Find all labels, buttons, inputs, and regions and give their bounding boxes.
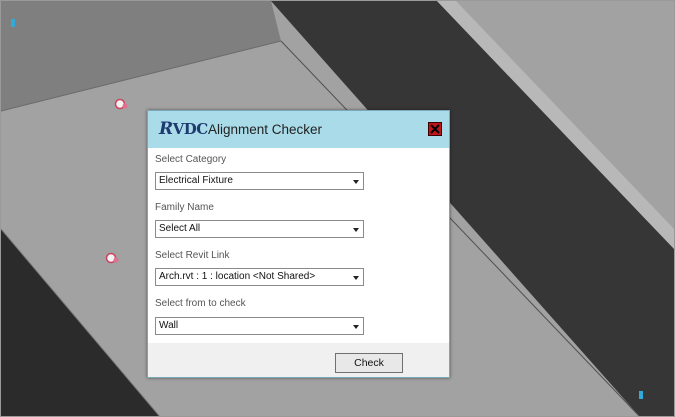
select-category-label: Select Category	[155, 154, 227, 165]
grid-marker-icon	[638, 387, 644, 405]
category-value: Electrical Fixture	[159, 175, 233, 186]
chevron-down-icon	[353, 325, 359, 329]
check-from-label: Select from to check	[155, 298, 246, 309]
alignment-checker-dialog: RVDC Alignment Checker Select Category E…	[147, 110, 450, 378]
revit-link-select[interactable]: Arch.rvt : 1 : location <Not Shared>	[155, 268, 364, 286]
dialog-title: Alignment Checker	[208, 122, 323, 137]
chevron-down-icon	[353, 276, 359, 280]
check-from-select[interactable]: Wall	[155, 317, 364, 335]
vdc-logo: RVDC	[159, 119, 208, 139]
family-name-value: Select All	[159, 223, 201, 234]
family-name-select[interactable]: Select All	[155, 220, 364, 238]
check-button[interactable]: Check	[335, 353, 403, 373]
revit-link-label: Select Revit Link	[155, 250, 230, 261]
chevron-down-icon	[353, 228, 359, 232]
family-name-label: Family Name	[155, 202, 214, 213]
close-icon[interactable]	[428, 122, 442, 136]
element-marker-icon[interactable]	[105, 251, 121, 269]
check-from-value: Wall	[159, 320, 179, 331]
chevron-down-icon	[353, 180, 359, 184]
dialog-footer	[148, 343, 449, 377]
revit-link-value: Arch.rvt : 1 : location <Not Shared>	[159, 271, 316, 282]
element-marker-icon[interactable]	[114, 97, 130, 115]
category-select[interactable]: Electrical Fixture	[155, 172, 364, 190]
dialog-titlebar[interactable]: RVDC Alignment Checker	[148, 111, 449, 148]
revit-3d-viewport[interactable]: RVDC Alignment Checker Select Category E…	[0, 0, 675, 417]
grid-marker-icon	[10, 15, 16, 33]
